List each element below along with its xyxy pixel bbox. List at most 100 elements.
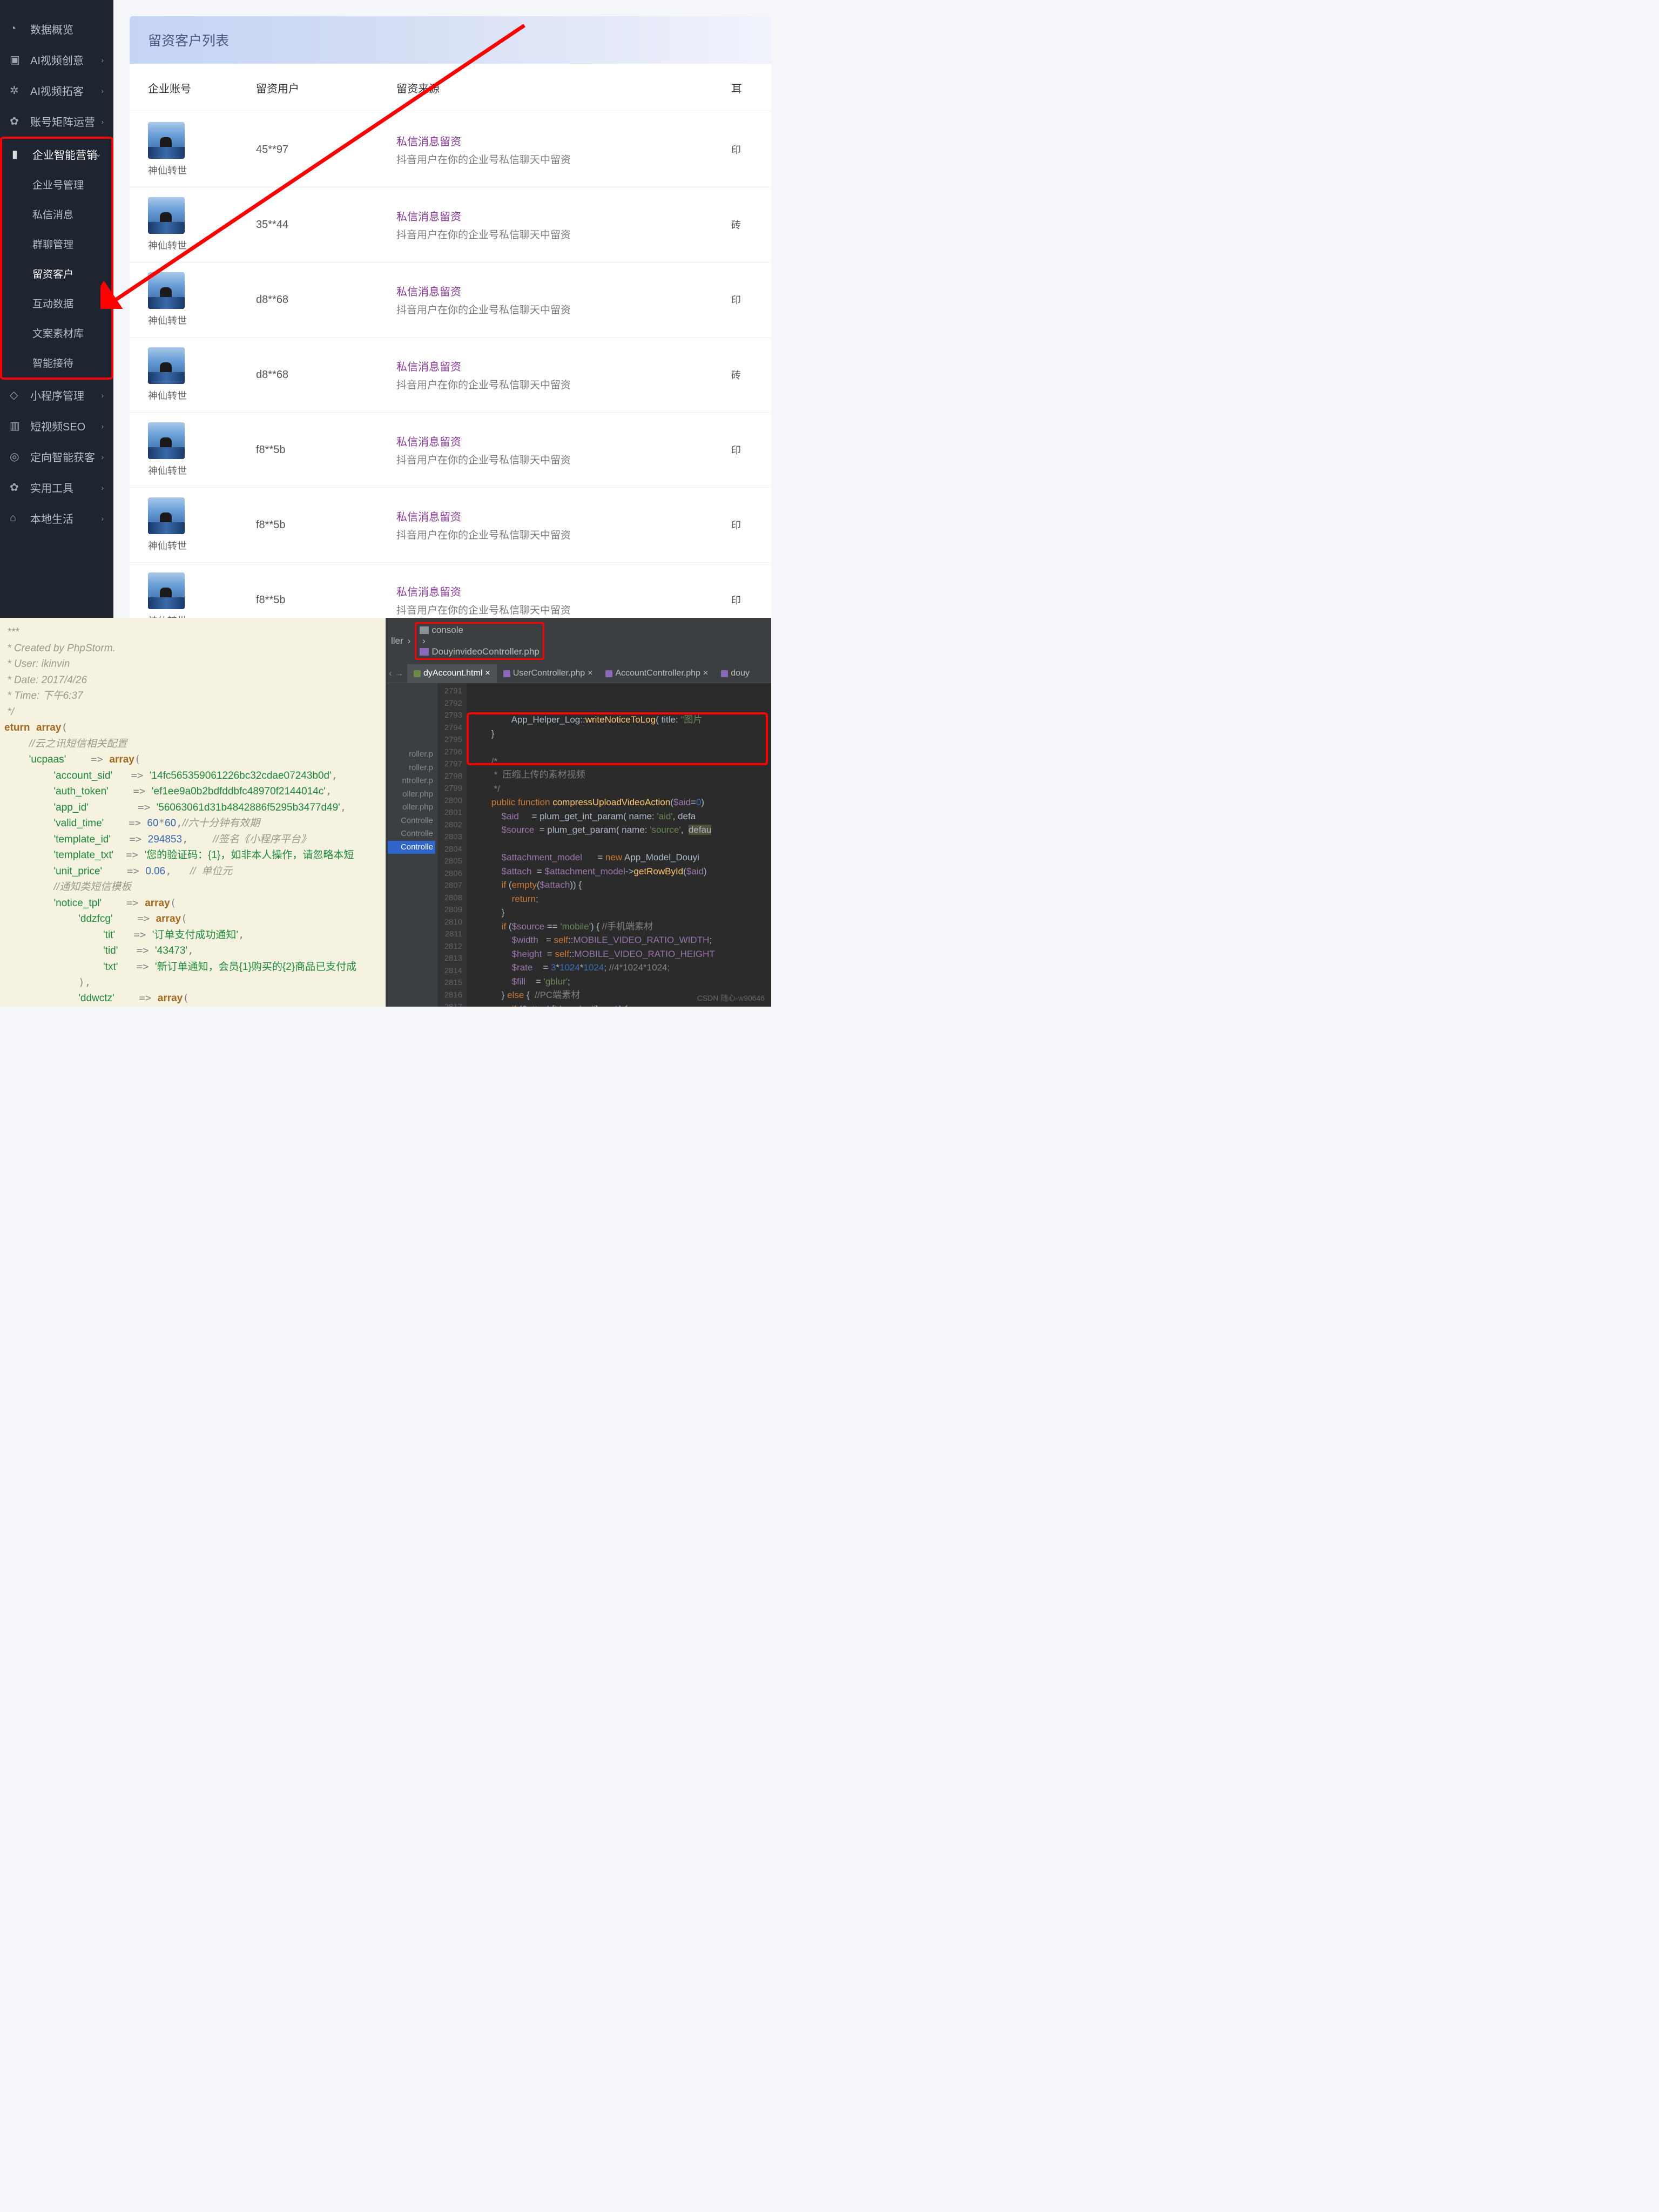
line-gutter: 2791279227932794279527962797279827992800… [437,683,467,1007]
panel-title: 留资客户列表 [130,16,771,64]
user-id: d8**68 [256,294,396,306]
table-row[interactable]: 神仙转世 f8**5b 私信消息留资抖音用户在你的企业号私信聊天中留资 印 [130,487,771,562]
chevron-right-icon: › [101,86,104,95]
bc-item[interactable]: DouyinvideoController.php [420,646,539,657]
source-title: 私信消息留资 [396,133,731,149]
th-user: 留资用户 [256,80,396,96]
nav-ai-video-expand[interactable]: ✲AI视频拓客› [0,75,113,106]
ide-right: ller› console › DouyinvideoController.ph… [386,618,771,1007]
nav-enterprise-marketing[interactable]: ▮企业智能营销⌄ [2,139,111,170]
table-row[interactable]: 神仙转世 45**97 私信消息留资抖音用户在你的企业号私信聊天中留资 印 [130,112,771,187]
breadcrumb-highlight: console › DouyinvideoController.php [415,622,544,660]
sidebar: ◔数据概览 ▣AI视频创意› ✲AI视频拓客› ✿账号矩阵运营› ▮企业智能营销… [0,0,113,618]
code-editor-left: *** * Created by PhpStorm. * User: ikinv… [0,618,386,1007]
account-name: 神仙转世 [148,538,256,552]
nav-tools[interactable]: ✿实用工具› [0,472,113,503]
rt-cell: 印 [731,293,753,307]
tab-usercontroller[interactable]: UserController.php × [497,664,599,683]
php-icon [503,670,510,677]
dashboard-icon: ◔ [10,23,24,35]
nav-short-video-seo[interactable]: ▥短视频SEO› [0,410,113,441]
source-title: 私信消息留资 [396,433,731,449]
html-icon [414,670,421,677]
source-desc: 抖音用户在你的企业号私信聊天中留资 [396,602,731,617]
highlight-box: ▮企业智能营销⌄ 企业号管理 私信消息 群聊管理 留资客户 互动数据 文案素材库… [0,137,113,380]
table-row[interactable]: 神仙转世 d8**68 私信消息留资抖音用户在你的企业号私信聊天中留资 印 [130,262,771,337]
sub-group-chat[interactable]: 群聊管理 [2,229,111,259]
source-desc: 抖音用户在你的企业号私信聊天中留资 [396,302,731,316]
php-icon [420,648,429,656]
rt-cell: 印 [731,143,753,157]
home-icon: ⌂ [10,512,24,524]
tab-accountcontroller[interactable]: AccountController.php × [599,664,714,683]
tab-dyaccount[interactable]: dyAccount.html × [407,664,497,683]
source-desc: 抖音用户在你的企业号私信聊天中留资 [396,227,731,241]
rt-cell: 印 [731,518,753,532]
rt-cell: 砖 [731,218,753,232]
rt-cell: 印 [731,443,753,457]
nav-miniprogram[interactable]: ◇小程序管理› [0,380,113,410]
chevron-right-icon: › [101,117,104,126]
sub-interact-data[interactable]: 互动数据 [2,288,111,318]
user-id: d8**68 [256,369,396,381]
chevron-right-icon: › [101,422,104,430]
source-desc: 抖音用户在你的企业号私信聊天中留资 [396,527,731,542]
account-name: 神仙转世 [148,613,256,618]
nav-account-matrix[interactable]: ✿账号矩阵运营› [0,106,113,137]
content-area: 留资客户列表 企业账号 留资用户 留资来源 耳 神仙转世 45**97 私信消息… [113,0,771,618]
sub-enterprise-manage[interactable]: 企业号管理 [2,170,111,199]
user-id: f8**5b [256,519,396,531]
account-name: 神仙转世 [148,163,256,177]
tab-controls[interactable]: ‹ → [386,664,407,683]
avatar [148,197,185,234]
chevron-down-icon: ⌄ [95,150,102,159]
th-rt: 耳 [731,80,753,96]
account-name: 神仙转世 [148,463,256,477]
chevron-right-icon: › [101,514,104,523]
source-title: 私信消息留资 [396,208,731,224]
editor-tabs: ‹ → dyAccount.html × UserController.php … [386,664,771,683]
leads-table: 企业账号 留资用户 留资来源 耳 神仙转世 45**97 私信消息留资抖音用户在… [130,64,771,618]
source-desc: 抖音用户在你的企业号私信聊天中留资 [396,152,731,166]
chevron-right-icon: › [101,483,104,492]
php-icon [605,670,612,677]
tab-douy[interactable]: douy [714,664,756,683]
gear-icon: ✿ [10,114,24,128]
account-name: 神仙转世 [148,388,256,402]
nav-ai-video-idea[interactable]: ▣AI视频创意› [0,44,113,75]
sub-smart-reception[interactable]: 智能接待 [2,348,111,377]
bc-item[interactable]: console [420,625,539,636]
avatar [148,497,185,534]
watermark: CSDN 随心-w90646 [697,993,765,1003]
source-title: 私信消息留资 [396,583,731,599]
php-icon [721,670,728,677]
source-title: 私信消息留资 [396,508,731,524]
avatar [148,347,185,384]
chart-icon: ▮ [12,147,26,161]
nav-local-life[interactable]: ⌂本地生活› [0,503,113,534]
bc-item[interactable]: ller [391,636,403,646]
source-desc: 抖音用户在你的企业号私信聊天中留资 [396,377,731,392]
table-row[interactable]: 神仙转世 f8**5b 私信消息留资抖音用户在你的企业号私信聊天中留资 印 [130,562,771,618]
sub-copy-material[interactable]: 文案素材库 [2,318,111,348]
file-tree[interactable]: roller.proller.pntroller.poller.phpoller… [386,683,437,1007]
avatar [148,572,185,609]
sub-private-msg[interactable]: 私信消息 [2,199,111,229]
gear-icon: ✿ [10,481,24,494]
table-row[interactable]: 神仙转世 f8**5b 私信消息留资抖音用户在你的企业号私信聊天中留资 印 [130,412,771,487]
nav-target-leads[interactable]: ◎定向智能获客› [0,441,113,472]
th-source: 留资来源 [396,80,731,96]
user-id: f8**5b [256,594,396,606]
table-row[interactable]: 神仙转世 d8**68 私信消息留资抖音用户在你的企业号私信聊天中留资 砖 [130,337,771,412]
rt-cell: 印 [731,593,753,607]
nav-data-overview[interactable]: ◔数据概览 [0,14,113,44]
target-icon: ◎ [10,450,24,463]
table-row[interactable]: 神仙转世 35**44 私信消息留资抖音用户在你的企业号私信聊天中留资 砖 [130,187,771,262]
source-title: 私信消息留资 [396,358,731,374]
grid-icon: ▥ [10,419,24,433]
sub-leads-customer[interactable]: 留资客户 [2,259,111,288]
video-icon: ▣ [10,53,24,66]
th-account: 企业账号 [148,80,256,96]
code-body[interactable]: App_Helper_Log::writeNoticeToLog( title:… [467,683,771,1007]
rt-cell: 砖 [731,368,753,382]
